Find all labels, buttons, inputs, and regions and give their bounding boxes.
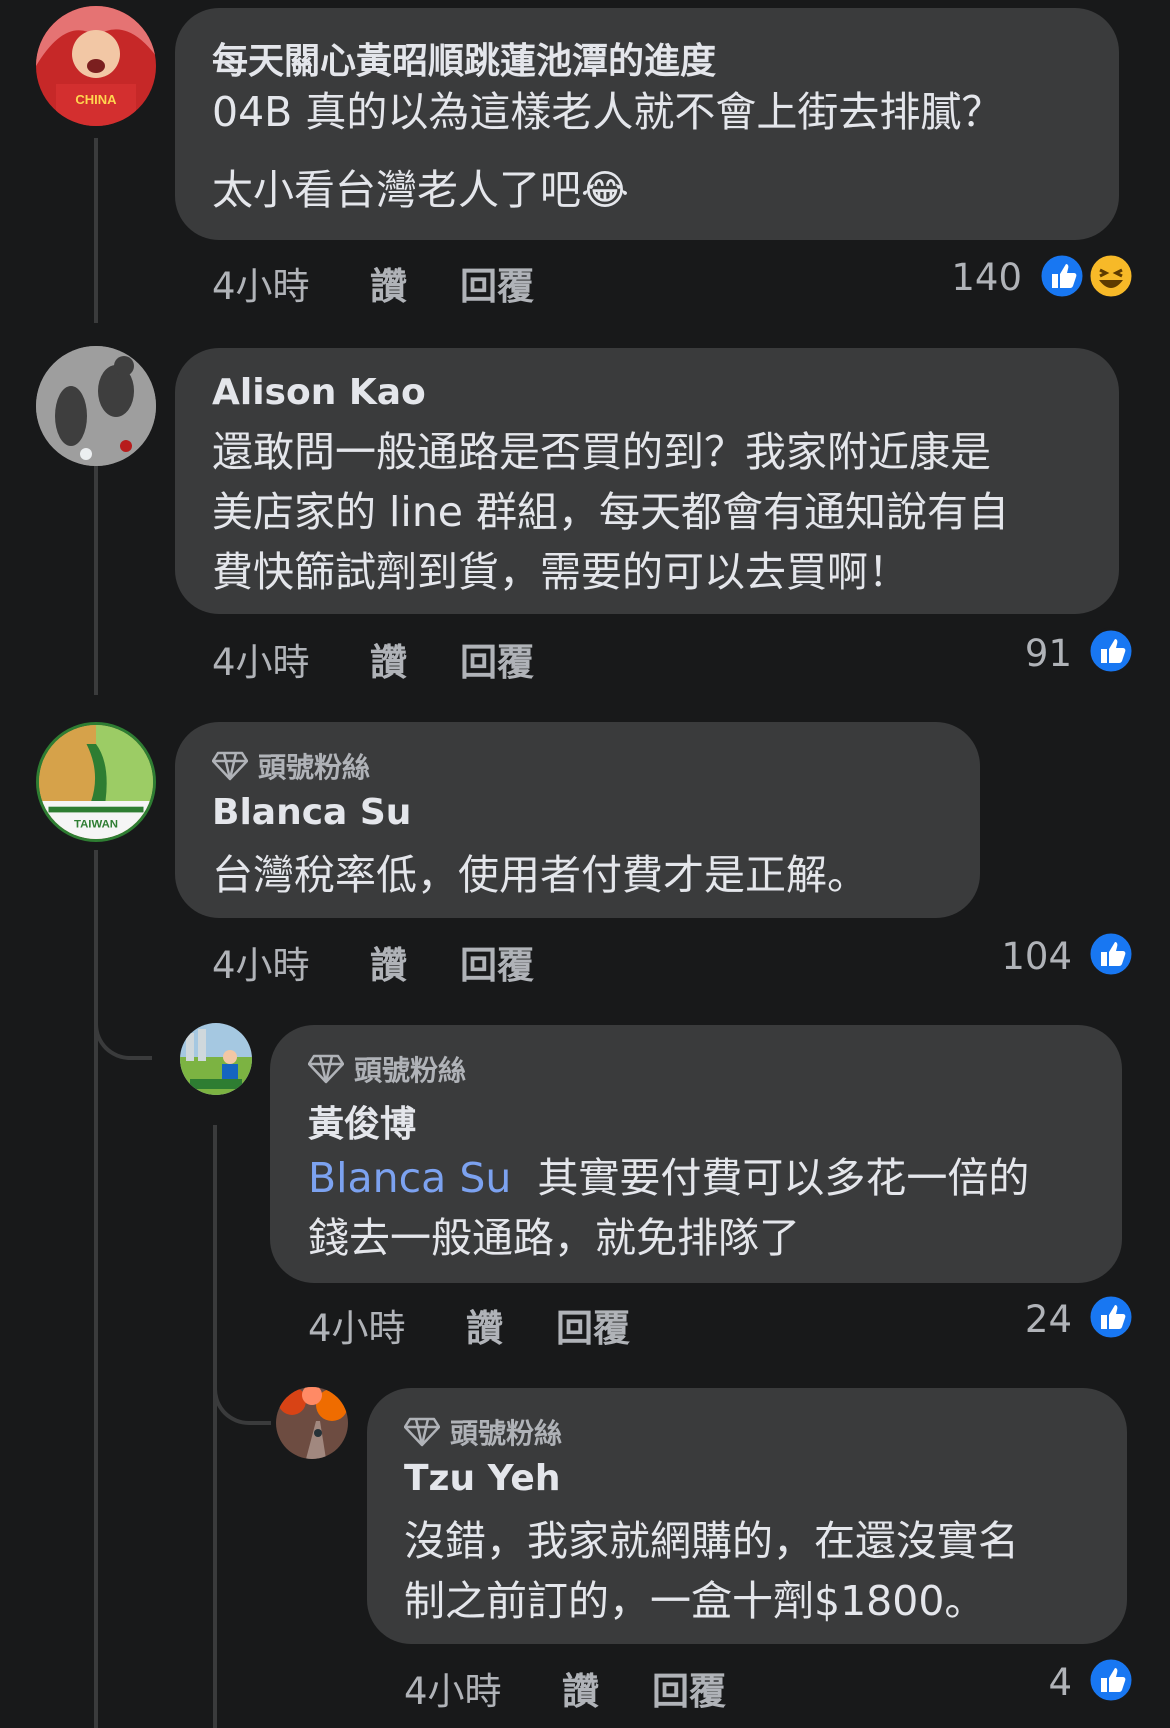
haha-icon xyxy=(1087,252,1135,300)
thread-line xyxy=(94,465,98,695)
reply-button[interactable]: 回覆 xyxy=(556,1298,630,1352)
reaction-count[interactable]: 104 xyxy=(1001,935,1072,978)
thread-line-branch xyxy=(213,1330,271,1425)
like-button[interactable]: 讚 xyxy=(370,632,407,686)
reply-button[interactable]: 回覆 xyxy=(460,632,534,686)
top-fan-badge: 頭號粉絲 xyxy=(212,746,370,786)
comment-author[interactable]: Blanca Su xyxy=(212,792,411,833)
like-button[interactable]: 讚 xyxy=(370,256,407,310)
comment-author[interactable]: 黃俊博 xyxy=(308,1095,416,1147)
mention-link[interactable]: Blanca Su xyxy=(308,1154,511,1202)
comment-text: 沒錯，我家就網購的，在還沒實名 xyxy=(404,1517,1019,1565)
comment-author[interactable]: Alison Kao xyxy=(212,372,426,413)
top-fan-badge: 頭號粉絲 xyxy=(308,1049,466,1089)
like-icon xyxy=(1038,252,1086,300)
svg-text:CHINA: CHINA xyxy=(75,92,117,107)
diamond-icon xyxy=(212,751,248,781)
reply-button[interactable]: 回覆 xyxy=(460,256,534,310)
reaction-count[interactable]: 140 xyxy=(951,256,1022,299)
thread-line-branch xyxy=(94,990,152,1060)
comment-time[interactable]: 4小時 xyxy=(404,1661,502,1715)
comment-text: Blanca Su 其實要付費可以多花一倍的 xyxy=(308,1154,1030,1202)
avatar[interactable]: TAIWAN xyxy=(36,722,156,842)
comment-text: 費快篩試劑到貨，需要的可以去買啊！ xyxy=(212,548,909,596)
like-icon xyxy=(1087,1656,1135,1704)
comment-time[interactable]: 4小時 xyxy=(308,1298,406,1352)
thread-line xyxy=(94,850,98,1728)
comment-text: 台灣稅率低，使用者付費才是正解。 xyxy=(212,851,868,899)
comment-text: 錢去一般通路，就免排隊了 xyxy=(308,1214,800,1262)
diamond-icon xyxy=(404,1417,440,1447)
like-icon xyxy=(1087,930,1135,978)
like-button[interactable]: 讚 xyxy=(466,1298,503,1352)
reaction-count[interactable]: 91 xyxy=(1025,632,1072,675)
like-button[interactable]: 讚 xyxy=(370,935,407,989)
top-fan-badge: 頭號粉絲 xyxy=(404,1412,562,1452)
comment-text: 美店家的 line 群組，每天都會有通知說有自 xyxy=(212,488,1010,536)
comment-time[interactable]: 4小時 xyxy=(212,935,310,989)
reply-button[interactable]: 回覆 xyxy=(652,1661,726,1715)
reply-button[interactable]: 回覆 xyxy=(460,935,534,989)
svg-text:TAIWAN: TAIWAN xyxy=(74,819,118,831)
comment-text: 04B 真的以為這樣老人就不會上街去排膩？ xyxy=(212,88,1003,136)
thread-line xyxy=(94,138,98,323)
like-button[interactable]: 讚 xyxy=(562,1661,599,1715)
like-icon xyxy=(1087,1293,1135,1341)
comment-text: 太小看台灣老人了吧😂 xyxy=(212,166,629,214)
comment-text: 制之前訂的，一盒十劑$1800。 xyxy=(404,1577,986,1625)
comment-text: 還敢問一般通路是否買的到？我家附近康是 xyxy=(212,428,991,476)
like-icon xyxy=(1087,627,1135,675)
reaction-count[interactable]: 24 xyxy=(1025,1298,1072,1341)
reaction-count[interactable]: 4 xyxy=(1048,1661,1072,1704)
comment-author[interactable]: Tzu Yeh xyxy=(404,1458,560,1499)
avatar[interactable]: CHINA xyxy=(36,6,156,126)
comment-time[interactable]: 4小時 xyxy=(212,256,310,310)
avatar[interactable] xyxy=(36,346,156,466)
avatar[interactable] xyxy=(180,1023,252,1095)
comment-author[interactable]: 每天關心黃昭順跳蓮池潭的進度 xyxy=(212,32,716,84)
avatar[interactable] xyxy=(276,1387,348,1459)
thread-line xyxy=(213,1125,217,1728)
diamond-icon xyxy=(308,1054,344,1084)
tears-of-joy-emoji: 😂 xyxy=(581,166,629,214)
comment-time[interactable]: 4小時 xyxy=(212,632,310,686)
